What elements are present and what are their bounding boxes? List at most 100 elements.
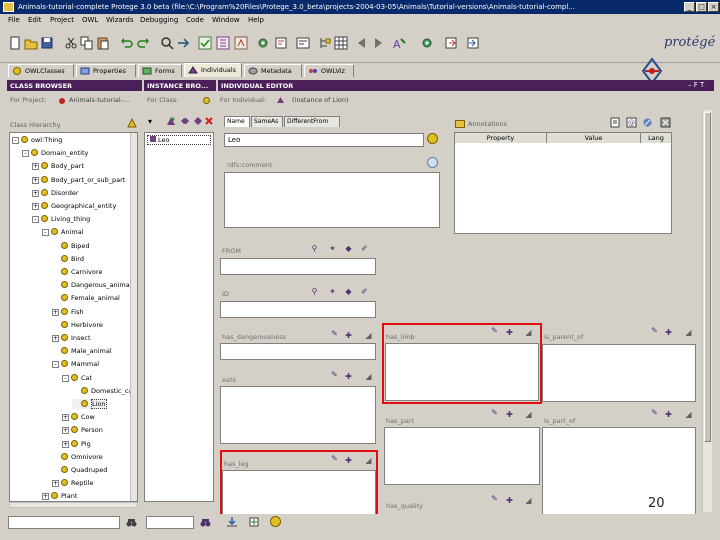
open-folder-icon[interactable] <box>24 36 38 50</box>
expand-icon[interactable]: + <box>32 163 39 171</box>
menu-project[interactable]: Project <box>50 16 74 24</box>
class-tree-node[interactable]: Male_animal <box>52 346 112 356</box>
menu-file[interactable]: File <box>8 16 20 24</box>
subtab-sameas[interactable]: SameAs <box>251 116 283 127</box>
class-tree-node[interactable]: Omnivore <box>52 452 103 462</box>
tab-forms[interactable]: Forms <box>138 64 182 77</box>
create-value-icon[interactable]: ✶ <box>328 287 337 296</box>
import-icon[interactable] <box>466 36 480 50</box>
slot-has-limb-field[interactable] <box>385 343 539 401</box>
add-value-icon[interactable]: ✚ <box>344 456 353 465</box>
expand-icon[interactable]: + <box>62 440 69 448</box>
slot-id-field[interactable] <box>220 301 376 318</box>
back-arrow-icon[interactable] <box>354 36 368 50</box>
annotation-property-icon[interactable]: @ <box>626 117 637 128</box>
subtab-name[interactable]: Name <box>224 116 250 127</box>
class-tree-node[interactable]: Herbivore <box>52 320 103 330</box>
class-tree-scrollbar[interactable] <box>130 133 137 501</box>
collapse-icon[interactable]: - <box>52 361 59 369</box>
add-value-icon[interactable]: ◆ <box>344 287 353 296</box>
paste-icon[interactable] <box>96 36 110 50</box>
rdfs-comment-field[interactable] <box>224 172 440 228</box>
search-icon[interactable]: ⚲ <box>310 287 319 296</box>
expand-icon[interactable]: + <box>62 427 69 435</box>
expand-icon[interactable]: + <box>42 493 49 501</box>
name-field[interactable]: Leo <box>224 133 424 147</box>
collapse-icon[interactable]: - <box>12 137 19 144</box>
close-button[interactable]: × <box>708 2 719 12</box>
class-tree-node[interactable]: + Plant <box>42 491 77 501</box>
class-tree-node[interactable]: Female_animal <box>52 293 120 303</box>
tab-individuals[interactable]: Individuals <box>184 63 242 77</box>
minimize-button[interactable]: _ <box>684 2 695 12</box>
edit-value-icon[interactable]: ✎ <box>330 454 339 463</box>
settings-gear-icon[interactable] <box>256 36 270 50</box>
class-tree-node[interactable]: - Cat <box>62 373 92 383</box>
redo-icon[interactable] <box>136 36 150 50</box>
expand-icon[interactable]: + <box>52 335 59 342</box>
remove-value-icon[interactable]: ◢ <box>524 496 533 505</box>
class-tree-node[interactable]: + Pig <box>62 439 91 449</box>
name-indicator-icon[interactable] <box>427 133 438 144</box>
expand-icon[interactable]: + <box>62 414 69 422</box>
slot-is-part-of-field[interactable] <box>542 427 696 514</box>
edit-value-icon[interactable]: ✎ <box>490 494 499 503</box>
menu-edit[interactable]: Edit <box>28 16 42 24</box>
maximize-button[interactable]: □ <box>696 2 707 12</box>
edit-value-icon[interactable]: ✎ <box>330 329 339 338</box>
editor-scrollbar-thumb[interactable] <box>704 112 711 442</box>
tab-owl-classes[interactable]: OWLClasses <box>8 64 74 77</box>
expand-icon[interactable]: + <box>32 189 39 197</box>
class-tree-node[interactable]: + Body_part_or_sub_part <box>32 175 125 185</box>
edit-value-icon[interactable]: ✎ <box>490 326 499 335</box>
annotation-edit-icon[interactable] <box>642 117 653 128</box>
remove-value-icon[interactable]: ◢ <box>684 410 693 419</box>
remove-value-icon[interactable]: ✐ <box>360 244 369 253</box>
add-bookmark-icon[interactable] <box>248 516 260 528</box>
edit-value-icon[interactable]: ✎ <box>650 408 659 417</box>
class-tree-node[interactable]: Quadruped <box>52 465 107 475</box>
add-value-icon[interactable]: ✚ <box>664 328 673 337</box>
instance-diamond-icon[interactable] <box>193 116 203 126</box>
expand-icon[interactable]: + <box>32 176 39 184</box>
edit-value-icon[interactable]: ✎ <box>490 408 499 417</box>
remove-value-icon[interactable]: ◢ <box>524 328 533 337</box>
remove-value-icon[interactable]: ◢ <box>364 456 373 465</box>
add-value-icon[interactable]: ✚ <box>344 372 353 381</box>
table-view-icon[interactable] <box>334 36 348 50</box>
collapse-icon[interactable]: - <box>62 374 69 382</box>
new-file-icon[interactable] <box>8 36 22 50</box>
slot-has-leg-field[interactable] <box>222 470 376 514</box>
add-value-icon[interactable]: ✚ <box>344 331 353 340</box>
remove-value-icon[interactable]: ◢ <box>684 328 693 337</box>
remove-value-icon[interactable]: ◢ <box>364 331 373 340</box>
annotations-col-property[interactable]: Property <box>455 133 547 143</box>
menu-code[interactable]: Code <box>186 16 204 24</box>
undo-icon[interactable] <box>120 36 134 50</box>
remove-value-icon[interactable]: ◢ <box>524 410 533 419</box>
class-tree-node[interactable]: Dangerous_animal <box>52 280 132 290</box>
plugin-gear-icon[interactable] <box>420 36 434 50</box>
download-icon[interactable] <box>226 516 238 528</box>
class-tree-node[interactable]: + Reptile <box>52 478 94 488</box>
tab-properties[interactable]: Properties <box>76 64 136 77</box>
test-icon[interactable] <box>274 36 288 50</box>
annotations-col-value[interactable]: Value <box>547 133 641 143</box>
class-tree-node[interactable]: + Insect <box>52 333 91 343</box>
editor-window-controls[interactable]: – F T <box>688 81 704 89</box>
slot-has-dangerousness-field[interactable] <box>220 343 376 360</box>
class-tree-node[interactable]: - Mammal <box>52 359 99 369</box>
slot-is-parent-of-field[interactable] <box>542 344 696 402</box>
class-options-icon[interactable] <box>127 118 137 128</box>
tree-view-icon[interactable] <box>318 36 332 50</box>
create-value-icon[interactable]: ✶ <box>328 244 337 253</box>
instance-item-leo[interactable]: Leo <box>147 135 211 145</box>
class-tree-node[interactable]: Domestic_cat <box>72 386 135 396</box>
reference-instance-icon[interactable] <box>180 116 190 126</box>
delete-annotation-icon[interactable] <box>660 117 671 128</box>
expand-icon[interactable]: + <box>32 203 39 210</box>
subtab-differentfrom[interactable]: DifferentFrom <box>284 116 340 127</box>
editor-scrollbar[interactable] <box>702 110 712 512</box>
add-value-icon[interactable]: ✚ <box>664 410 673 419</box>
expand-icon[interactable]: + <box>52 308 59 316</box>
